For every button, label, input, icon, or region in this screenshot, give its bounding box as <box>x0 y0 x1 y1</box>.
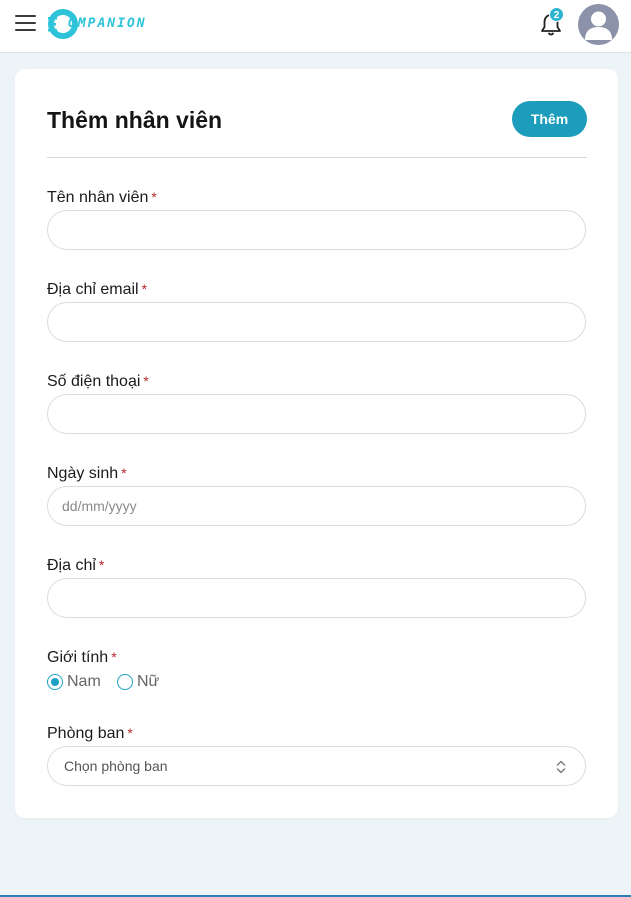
gender-option-label: Nữ <box>137 673 160 690</box>
companion-logo[interactable]: OMPANION <box>48 8 172 40</box>
department-select[interactable]: Chọn phòng ban <box>47 746 586 786</box>
address-input[interactable] <box>47 578 586 618</box>
required-mark: * <box>141 281 148 297</box>
email-label-text: Địa chỉ email <box>47 281 139 298</box>
department-label-text: Phòng ban <box>47 725 125 742</box>
select-chevron-icon <box>556 760 566 774</box>
name-label: Tên nhân viên * <box>47 189 157 207</box>
gender-radio-male[interactable]: Nam <box>47 672 107 692</box>
radio-checked-icon[interactable] <box>47 674 63 690</box>
required-mark: * <box>151 189 157 205</box>
notification-badge: 2 <box>549 7 564 22</box>
dob-input[interactable] <box>47 486 586 526</box>
page-title: Thêm nhân viên <box>47 107 223 133</box>
phone-label: Số điện thoại * <box>47 373 149 391</box>
employee-name-input[interactable] <box>47 210 586 250</box>
address-label-text: Địa chỉ <box>47 557 96 574</box>
logo-wordmark: OMPANION <box>68 16 147 31</box>
address-label: Địa chỉ * <box>47 557 104 575</box>
required-mark: * <box>143 373 149 389</box>
department-label: Phòng ban * <box>47 725 133 743</box>
user-avatar-icon[interactable] <box>578 4 619 45</box>
divider <box>47 157 587 158</box>
required-mark: * <box>111 649 117 665</box>
gender-radio-female[interactable]: Nữ <box>117 672 167 692</box>
add-button[interactable]: Thêm <box>512 101 587 137</box>
required-mark: * <box>121 465 127 481</box>
gender-option-label: Nam <box>67 673 101 690</box>
name-label-text: Tên nhân viên <box>47 189 149 206</box>
radio-unchecked-icon[interactable] <box>117 674 133 690</box>
dob-label: Ngày sinh * <box>47 465 127 483</box>
dob-label-text: Ngày sinh <box>47 465 119 482</box>
phone-input[interactable] <box>47 394 586 434</box>
gender-label: Giới tính * <box>47 649 117 667</box>
email-label: Địa chỉ email * <box>47 281 147 299</box>
add-employee-card: Thêm nhân viên Thêm Tên nhân viên * Địa c… <box>15 69 618 818</box>
required-mark: * <box>127 725 133 741</box>
required-mark: * <box>98 557 105 573</box>
menu-icon[interactable] <box>15 13 37 33</box>
department-select-value: Chọn phòng ban <box>64 758 168 774</box>
gender-label-text: Giới tính <box>47 649 109 666</box>
email-input[interactable] <box>47 302 586 342</box>
top-navbar: OMPANION 2 <box>0 0 631 53</box>
phone-label-text: Số điện thoại <box>47 373 141 390</box>
